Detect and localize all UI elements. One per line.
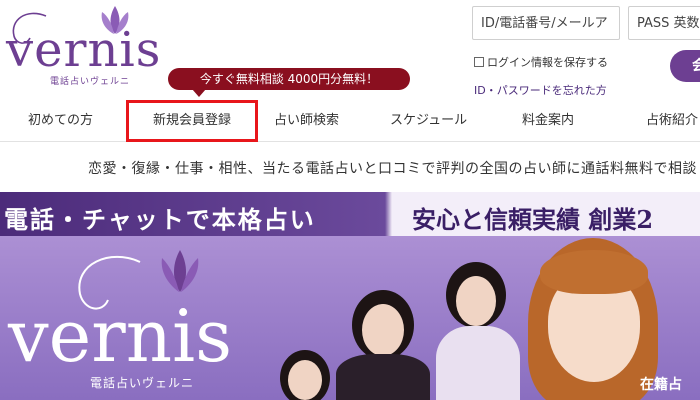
checkbox-icon[interactable] [474, 57, 484, 67]
promo-balloon[interactable]: 今すぐ無料相談 4000円分無料！ [168, 68, 410, 97]
nav-item-pricing[interactable]: 料金案内 [522, 100, 574, 142]
login-form: ログイン情報を保存する ID・パスワードを忘れた方 会員 [470, 6, 700, 98]
nav-item-schedule[interactable]: スケジュール [390, 100, 467, 142]
banner-badge-text: 在籍占 [640, 377, 682, 393]
logo-subtitle: 電話占いヴェルニ [50, 77, 131, 87]
login-password-input[interactable] [628, 6, 700, 40]
logo-wordmark: vernis [6, 22, 162, 78]
site-tagline: 恋愛・復縁・仕事・相性、当たる電話占いと口コミで評判の全国の占い師に通話料無料で… [88, 161, 697, 177]
banner-logo-subtitle: 電話占いヴェルニ [90, 376, 195, 390]
main-nav: 初めての方 新規会員登録 占い師検索 スケジュール 料金案内 占術紹介 [0, 100, 700, 142]
banner-headline-left: 電話・チャットで本格占い [4, 205, 316, 234]
remember-login-label: ログイン情報を保存する [487, 56, 608, 69]
lotus-flower-icon [161, 250, 199, 292]
banner-logo-wordmark: vernis [8, 294, 233, 378]
login-id-input[interactable] [472, 6, 620, 40]
nav-item-register[interactable]: 新規会員登録 [126, 100, 258, 142]
nav-item-search[interactable]: 占い師検索 [274, 100, 339, 142]
banner-headline-right: 安心と信頼実績 創業2 [412, 205, 654, 234]
site-header: vernis 電話占いヴェルニ 今すぐ無料相談 4000円分無料！ ログイン情報… [0, 0, 700, 100]
nav-item-methods[interactable]: 占術紹介 [646, 100, 698, 142]
login-button[interactable]: 会員 [670, 50, 700, 82]
remember-login-checkbox[interactable]: ログイン情報を保存する [474, 54, 608, 70]
site-logo[interactable]: vernis 電話占いヴェルニ [6, 4, 166, 90]
forgot-password-link[interactable]: ID・パスワードを忘れた方 [474, 82, 607, 98]
nav-item-first-time[interactable]: 初めての方 [28, 100, 93, 142]
